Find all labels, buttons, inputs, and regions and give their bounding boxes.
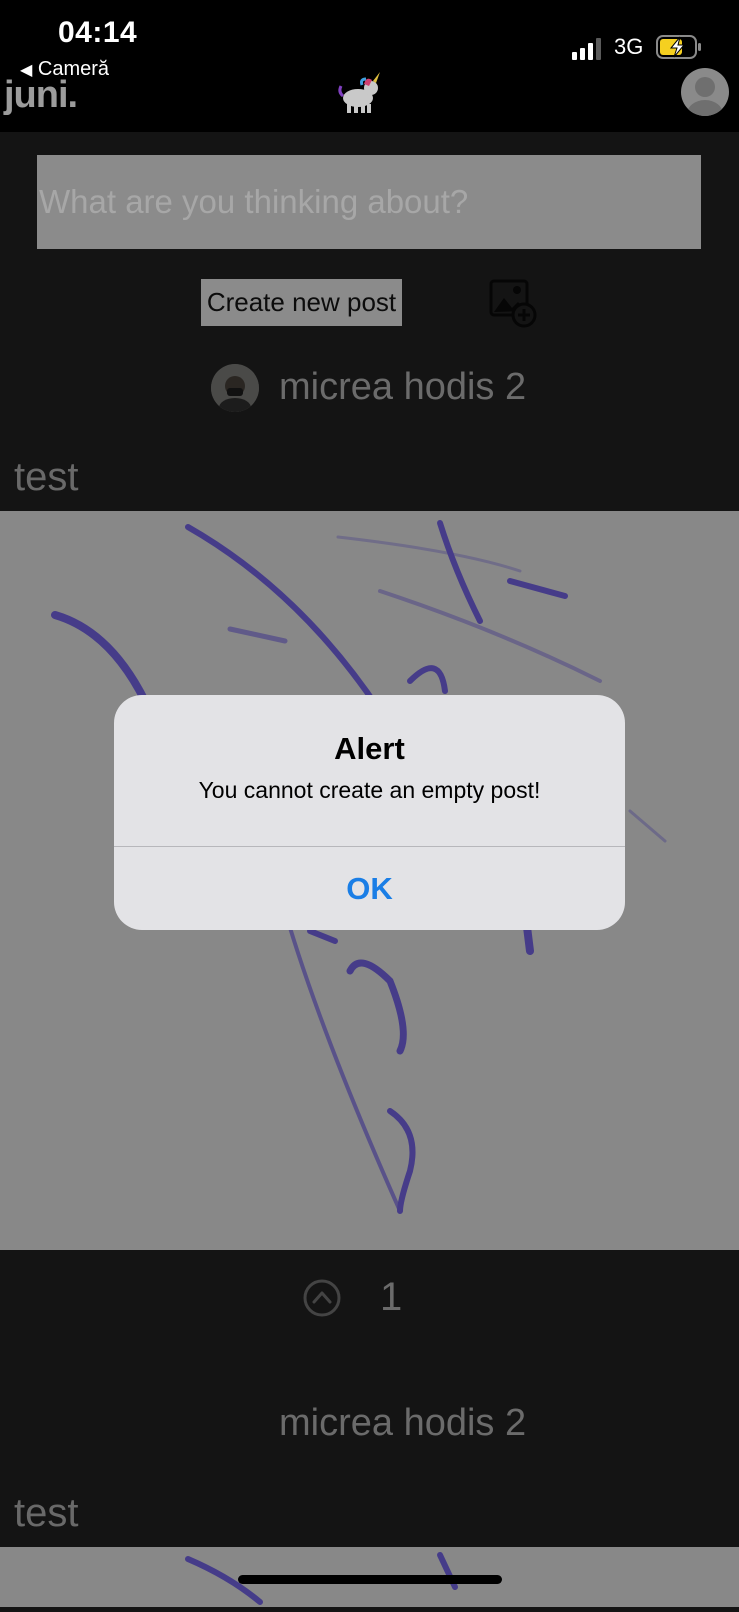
home-indicator[interactable]: [238, 1575, 502, 1584]
alert-message: You cannot create an empty post!: [198, 777, 541, 803]
alert-ok-button[interactable]: OK: [114, 847, 625, 930]
alert-dialog: Alert You cannot create an empty post! O…: [114, 695, 625, 930]
alert-title: Alert: [334, 731, 405, 766]
